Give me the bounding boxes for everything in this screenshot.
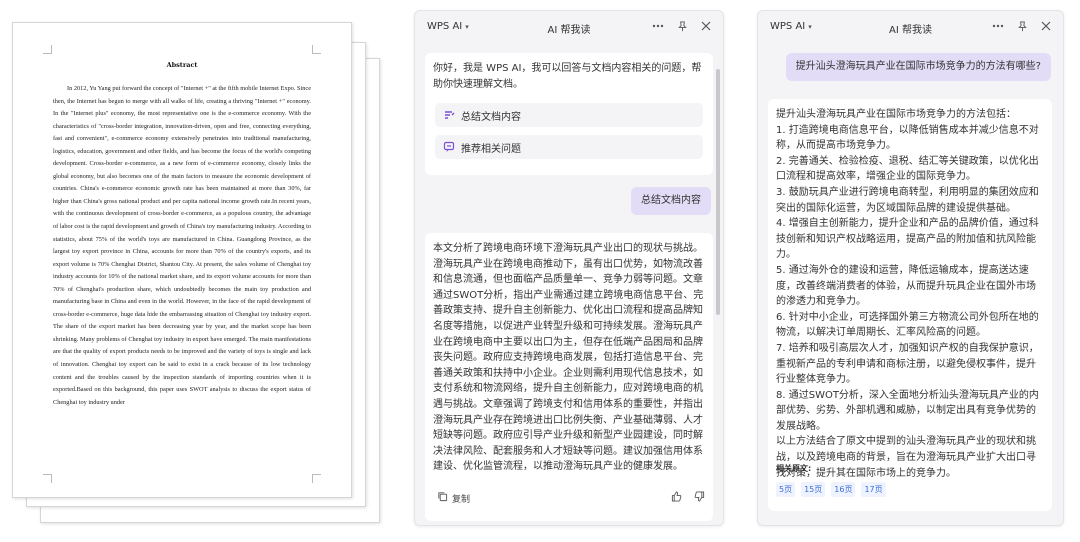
close-icon[interactable] — [1039, 19, 1053, 33]
answer-line: 1. 打造跨境电商信息平台，以降低销售成本并减少信息不对称，从而提高市场竞争力。 — [776, 124, 1039, 152]
suggest-icon — [443, 141, 455, 153]
answer-line: 8. 通过SWOT分析，深入全面地分析汕头澄海玩具产业的内部优势、劣势、外部机遇… — [776, 389, 1039, 432]
summarize-button[interactable]: 总结文档内容 — [435, 103, 703, 127]
more-icon[interactable] — [651, 19, 665, 33]
answer-line: 4. 增强自主创新能力，提升企业和产品的品牌价值，通过科技创新和知识产权战略运用… — [776, 218, 1039, 261]
document-body: In 2012, Yu Yang put forward the concept… — [53, 85, 311, 406]
crop-mark — [43, 45, 52, 54]
answer-text: 本文分析了跨境电商环境下澄海玩具产业出口的现状与挑战。澄海玩具产业在跨境电商推动… — [433, 243, 704, 473]
related-page-link[interactable]: 15页 — [801, 482, 826, 497]
greeting-text: 你好，我是 WPS AI，我可以回答与文档内容相关的问题，帮助你快速理解文档。 — [433, 63, 702, 90]
answer-line: 5. 通过海外仓的建设和运营，降低运输成本，提高送达速度，改善终端消费者的体验，… — [776, 264, 1036, 308]
close-icon[interactable] — [699, 19, 713, 33]
related-label: 相关原文: — [776, 464, 812, 473]
suggest-questions-button[interactable]: 推荐相关问题 — [435, 135, 703, 159]
answer-line: 3. 鼓励玩具产业进行跨境电商转型，利用明显的集团效应和突出的国际化运营，为区域… — [776, 186, 1039, 214]
crop-mark — [312, 45, 321, 54]
answer-line: 7. 培养和吸引高层次人才，加强知识产权的自我保护意识，重视新产品的专利申请和商… — [776, 342, 1039, 386]
answer-text: 提升汕头澄海玩具产业在国际市场竞争力的方法包括： 1. 打造跨境电商信息平台，以… — [776, 107, 1042, 481]
copy-label: 复制 — [452, 494, 471, 505]
scrollbar[interactable] — [716, 69, 720, 315]
document-title: Abstract — [166, 61, 198, 69]
crop-mark — [312, 474, 321, 483]
pin-icon[interactable] — [675, 19, 689, 33]
answer-footer: 复制 — [437, 489, 705, 507]
related-page-link[interactable]: 16页 — [831, 482, 856, 497]
more-icon[interactable] — [991, 19, 1005, 33]
user-message: 提升汕头澄海玩具产业在国际市场竞争力的方法有哪些? — [785, 53, 1051, 81]
answer-line: 提升汕头澄海玩具产业在国际市场竞争力的方法包括： — [776, 109, 1016, 120]
document-preview: Abstract In 2012, Yu Yang put forward th… — [8, 16, 388, 531]
copy-icon — [437, 491, 448, 505]
document-page[interactable]: Abstract In 2012, Yu Yang put forward th… — [12, 22, 352, 498]
related-section: 相关原文: 5页 15页 16页 17页 — [776, 463, 886, 497]
answer-card: 提升汕头澄海玩具产业在国际市场竞争力的方法包括： 1. 打造跨境电商信息平台，以… — [768, 99, 1052, 511]
suggest-label: 推荐相关问题 — [461, 143, 521, 155]
answer-card: 本文分析了跨境电商环境下澄海玩具产业出口的现状与挑战。澄海玩具产业在跨境电商推动… — [425, 233, 713, 521]
answer-line: 2. 完善通关、检验检疫、退税、结汇等关键政策，以优化出口流程和提高效率，增强企… — [776, 155, 1039, 183]
related-page-link[interactable]: 5页 — [776, 482, 796, 497]
ai-panel-question: WPS AI ▾ AI 帮我读 提升汕头澄海玩具产业在国际市场竞争力的方法有哪些?… — [757, 10, 1064, 526]
greeting-card: 你好，我是 WPS AI，我可以回答与文档内容相关的问题，帮助你快速理解文档。 … — [425, 53, 713, 175]
related-page-link[interactable]: 17页 — [861, 482, 886, 497]
answer-line: 6. 针对中小企业，可选择国外第三方物流公司外包所在地的物流，以解决订单周期长、… — [776, 311, 1039, 339]
summary-icon — [443, 109, 455, 121]
summarize-label: 总结文档内容 — [461, 111, 521, 123]
thumbs-up-icon[interactable] — [671, 491, 682, 505]
thumbs-down-icon[interactable] — [694, 491, 705, 505]
ai-panel-summary: WPS AI ▾ AI 帮我读 你好，我是 WPS AI，我可以回答与文档内容相关… — [414, 10, 724, 526]
pin-icon[interactable] — [1015, 19, 1029, 33]
crop-mark — [43, 474, 52, 483]
copy-button[interactable]: 复制 — [437, 491, 470, 505]
user-message: 总结文档内容 — [631, 187, 711, 215]
